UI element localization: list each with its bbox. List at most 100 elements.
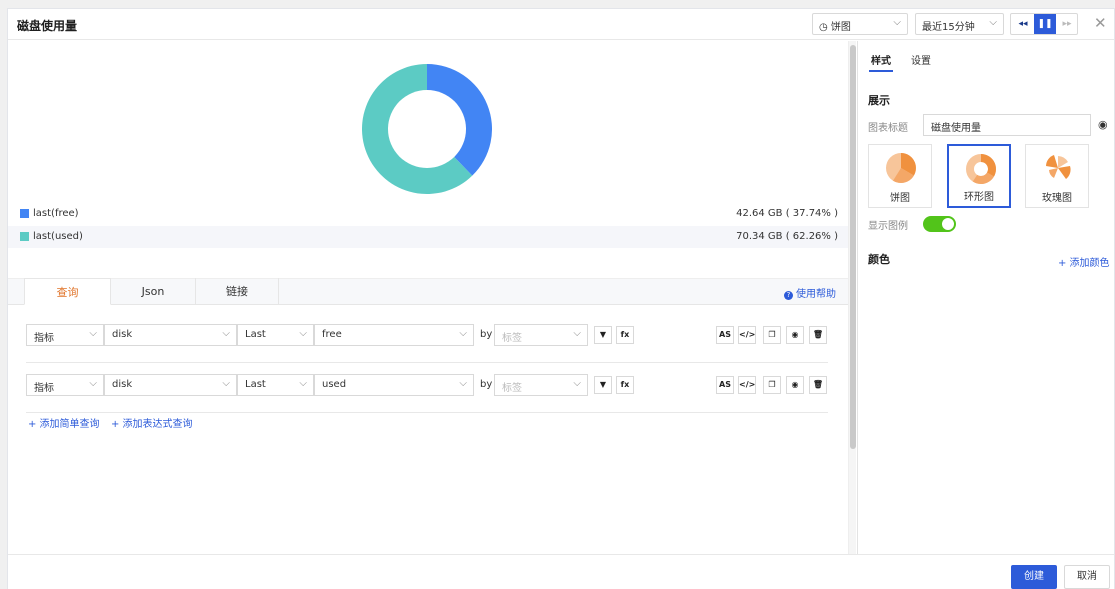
chevron-down-icon: ⌵ bbox=[893, 17, 901, 28]
toggle-knob bbox=[942, 218, 954, 230]
chart-style-label: 玫瑰图 bbox=[1042, 193, 1072, 204]
measurement-value: disk bbox=[112, 379, 133, 390]
field-value: used bbox=[322, 379, 347, 390]
function-select[interactable]: Last ⌵ bbox=[237, 374, 314, 396]
chevron-down-icon: ⌵ bbox=[573, 378, 581, 389]
pause-icon[interactable]: ❚❚ bbox=[1034, 14, 1056, 34]
chart-style-donut[interactable]: 环形图 bbox=[947, 144, 1011, 208]
color-section-title: 颜色 bbox=[868, 253, 890, 266]
add-color-link[interactable]: + 添加颜色 bbox=[1058, 254, 1110, 269]
add-expression-query-link[interactable]: + 添加表达式查询 bbox=[111, 415, 193, 430]
query-type-select[interactable]: 指标 ⌵ bbox=[26, 324, 104, 346]
chevron-down-icon: ⌵ bbox=[299, 328, 307, 339]
tab-settings[interactable]: 设置 bbox=[911, 52, 931, 67]
legend-label: last(free) bbox=[33, 208, 79, 219]
create-button[interactable]: 创建 bbox=[1011, 565, 1057, 589]
chevron-down-icon: ⌵ bbox=[573, 328, 581, 339]
eye-icon[interactable]: ◉ bbox=[786, 326, 804, 344]
display-section-title: 展示 bbox=[868, 94, 890, 107]
tab-query[interactable]: 查询 bbox=[24, 278, 111, 305]
measurement-select[interactable]: disk ⌵ bbox=[104, 324, 237, 346]
chevron-down-icon: ⌵ bbox=[299, 378, 307, 389]
question-icon: ? bbox=[784, 291, 793, 300]
show-legend-toggle[interactable] bbox=[923, 216, 956, 232]
eye-icon[interactable]: ◉ bbox=[786, 376, 804, 394]
alias-icon[interactable]: AS bbox=[716, 376, 734, 394]
tag-select[interactable]: 标签 ⌵ bbox=[494, 324, 588, 346]
chevron-down-icon: ⌵ bbox=[459, 378, 467, 389]
legend-row-used[interactable]: last(used) 70.34 GB ( 62.26% ) bbox=[8, 226, 848, 248]
code-icon[interactable]: </> bbox=[738, 376, 756, 394]
chevron-down-icon: ⌵ bbox=[89, 328, 97, 339]
close-icon[interactable]: ✕ bbox=[1094, 14, 1107, 32]
donut-icon bbox=[966, 154, 996, 184]
delete-icon[interactable]: 🗑 bbox=[809, 326, 827, 344]
chart-style-rose[interactable]: 玫瑰图 bbox=[1025, 144, 1089, 208]
delete-icon[interactable]: 🗑 bbox=[809, 376, 827, 394]
tag-placeholder: 标签 bbox=[502, 383, 522, 394]
scrollbar-thumb[interactable] bbox=[850, 45, 856, 449]
donut-chart bbox=[362, 64, 492, 194]
time-range-select-label: 最近15分钟 bbox=[922, 22, 975, 33]
donut-hole bbox=[388, 90, 466, 168]
legend-value: 70.34 GB ( 62.26% ) bbox=[736, 231, 838, 242]
dialog-header: 磁盘使用量 ◷ 饼图 ⌵ 最近15分钟 ⌵ ◂◂ ❚❚ ▸▸ ✕ bbox=[8, 9, 1114, 40]
filter-icon[interactable]: ▼ bbox=[594, 376, 612, 394]
field-select[interactable]: free ⌵ bbox=[314, 324, 474, 346]
fx-icon[interactable]: fx bbox=[616, 326, 634, 344]
tab-style[interactable]: 样式 bbox=[871, 52, 891, 67]
legend-row-free[interactable]: last(free) 42.64 GB ( 37.74% ) bbox=[8, 203, 848, 225]
show-legend-label: 显示图例 bbox=[868, 221, 908, 232]
chart-type-select[interactable]: ◷ 饼图 ⌵ bbox=[812, 13, 908, 35]
tab-json[interactable]: Json bbox=[111, 278, 196, 305]
tab-link[interactable]: 链接 bbox=[196, 278, 279, 305]
chart-editor-pane: last(free) 42.64 GB ( 37.74% ) last(used… bbox=[8, 41, 848, 554]
cancel-button[interactable]: 取消 bbox=[1064, 565, 1110, 589]
field-value: free bbox=[322, 329, 342, 340]
legend-label: last(used) bbox=[33, 231, 83, 242]
query-row: 指标 ⌵ disk ⌵ Last ⌵ used ⌵ by 标签 ⌵ ▼ fx AS </>… bbox=[26, 374, 828, 398]
function-select[interactable]: Last ⌵ bbox=[237, 324, 314, 346]
chevron-down-icon: ⌵ bbox=[989, 17, 997, 28]
dialog-title: 磁盘使用量 bbox=[17, 19, 78, 33]
pie-icon bbox=[886, 153, 916, 183]
query-tabbar: 查询 Json 链接 ? 使用帮助 bbox=[8, 278, 848, 305]
query-row: 指标 ⌵ disk ⌵ Last ⌵ free ⌵ by 标签 ⌵ ▼ fx AS </>… bbox=[26, 324, 828, 348]
eye-icon[interactable]: ◉ bbox=[1098, 118, 1108, 131]
chart-type-select-label: ◷ 饼图 bbox=[819, 22, 851, 33]
by-label: by bbox=[480, 329, 493, 340]
tag-placeholder: 标签 bbox=[502, 333, 522, 344]
alias-icon[interactable]: AS bbox=[716, 326, 734, 344]
code-icon[interactable]: </> bbox=[738, 326, 756, 344]
chart-style-pie[interactable]: 饼图 bbox=[868, 144, 932, 208]
active-tab-indicator bbox=[869, 70, 893, 72]
measurement-select[interactable]: disk ⌵ bbox=[104, 374, 237, 396]
forward-icon[interactable]: ▸▸ bbox=[1056, 14, 1078, 34]
divider bbox=[26, 362, 828, 363]
help-link[interactable]: ? 使用帮助 bbox=[784, 285, 836, 300]
rewind-icon[interactable]: ◂◂ bbox=[1012, 14, 1034, 34]
chart-title-input[interactable]: 磁盘使用量 bbox=[923, 114, 1091, 136]
help-link-label: 使用帮助 bbox=[796, 289, 836, 300]
chevron-down-icon: ⌵ bbox=[222, 328, 230, 339]
function-value: Last bbox=[245, 379, 266, 390]
field-select[interactable]: used ⌵ bbox=[314, 374, 474, 396]
panel-divider bbox=[857, 41, 858, 554]
by-label: by bbox=[480, 379, 493, 390]
measurement-value: disk bbox=[112, 329, 133, 340]
playback-controls: ◂◂ ❚❚ ▸▸ bbox=[1010, 13, 1078, 35]
chart-style-label: 环形图 bbox=[964, 192, 994, 203]
copy-icon[interactable]: ❐ bbox=[763, 326, 781, 344]
time-range-select[interactable]: 最近15分钟 ⌵ bbox=[915, 13, 1004, 35]
copy-icon[interactable]: ❐ bbox=[763, 376, 781, 394]
query-type-value: 指标 bbox=[34, 383, 54, 394]
dialog-footer: 创建 取消 bbox=[8, 554, 1114, 589]
tag-select[interactable]: 标签 ⌵ bbox=[494, 374, 588, 396]
chevron-down-icon: ⌵ bbox=[89, 378, 97, 389]
chevron-down-icon: ⌵ bbox=[459, 328, 467, 339]
legend-swatch bbox=[20, 232, 29, 241]
add-simple-query-link[interactable]: + 添加简单查询 bbox=[28, 415, 100, 430]
query-type-select[interactable]: 指标 ⌵ bbox=[26, 374, 104, 396]
filter-icon[interactable]: ▼ bbox=[594, 326, 612, 344]
fx-icon[interactable]: fx bbox=[616, 376, 634, 394]
